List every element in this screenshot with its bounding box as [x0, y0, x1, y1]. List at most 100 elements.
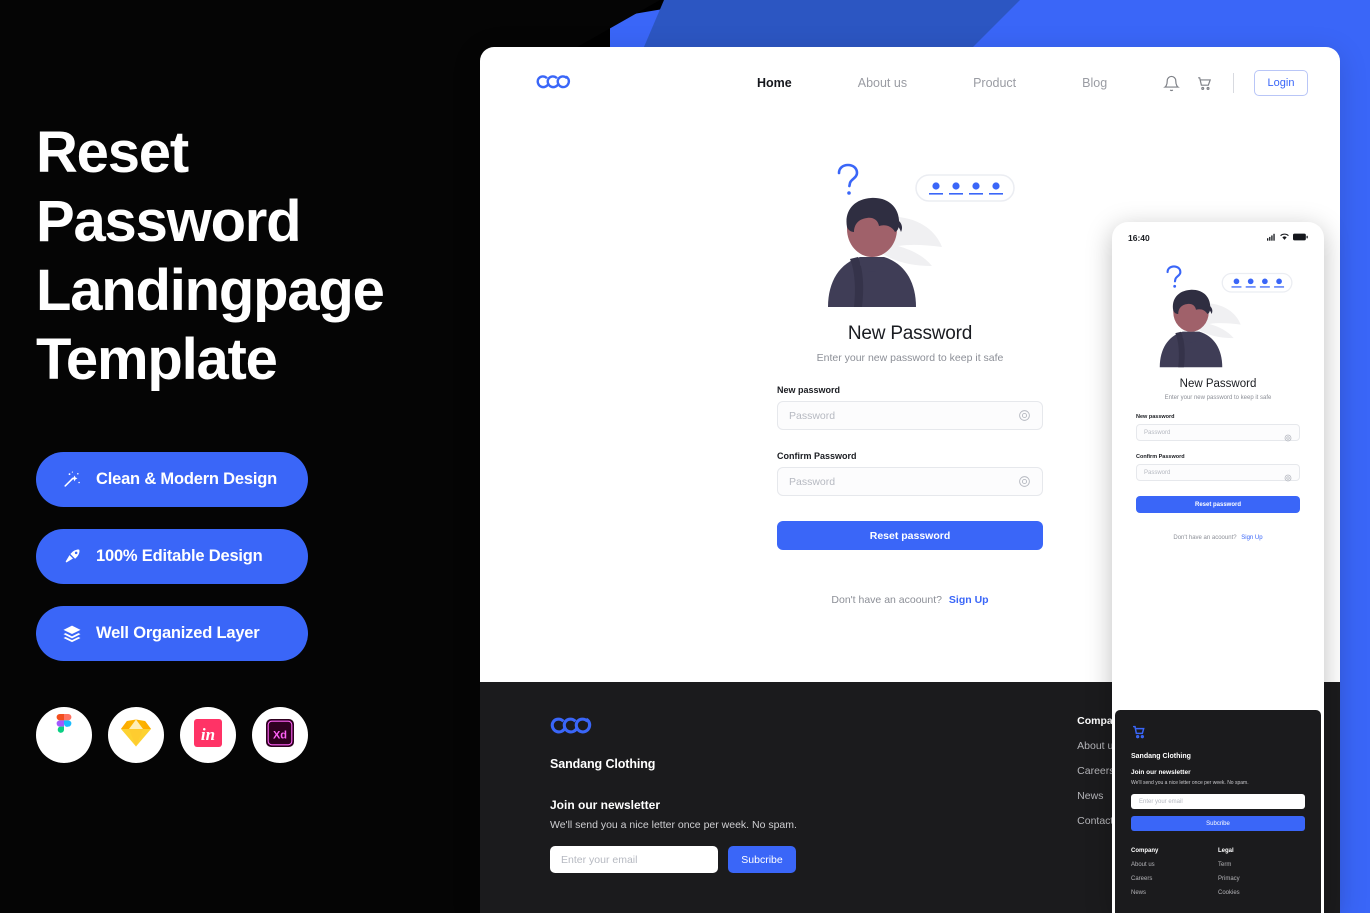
- confirm-password-label: Confirm Password: [777, 451, 857, 461]
- reset-password-form: New Password Enter your new password to …: [777, 323, 1043, 606]
- mobile-footer-columns: Company About us Careers News Legal Term…: [1131, 848, 1305, 896]
- mobile-new-password-placeholder: Password: [1144, 429, 1171, 436]
- new-password-input[interactable]: Password: [777, 401, 1043, 430]
- mobile-footer-legal-column: Legal Term Primacy Cookies: [1218, 848, 1305, 896]
- app-badge-figma[interactable]: [36, 707, 92, 763]
- cart-icon[interactable]: [1196, 75, 1213, 92]
- nav-link-about-us[interactable]: About us: [825, 76, 940, 90]
- mobile-footer-brand: Sandang Clothing: [1131, 753, 1191, 760]
- wifi-icon: [1280, 233, 1289, 243]
- newsletter-description: We'll send you a nice letter once per we…: [550, 819, 797, 831]
- mobile-footer-link-about-us[interactable]: About us: [1131, 862, 1218, 868]
- feature-pill-editable-design[interactable]: 100% Editable Design: [36, 529, 308, 584]
- figma-icon: [51, 713, 77, 757]
- layers-icon: [62, 624, 82, 644]
- pen-nib-icon: [62, 547, 82, 567]
- sign-up-link[interactable]: Sign Up: [949, 594, 989, 606]
- form-heading: New Password: [847, 323, 973, 344]
- desktop-nav-menu: Home About us Product Blog: [724, 76, 1140, 90]
- new-password-placeholder: Password: [789, 409, 836, 422]
- mobile-footer-column-heading: Legal: [1218, 848, 1234, 854]
- title-line-1: Reset: [36, 120, 189, 185]
- toggle-password-visibility-icon[interactable]: [1018, 409, 1031, 422]
- status-indicators: [1267, 233, 1308, 243]
- sandang-logo-icon[interactable]: [536, 73, 574, 93]
- mobile-mockup: 16:40 New Password Enter your new passwo…: [1112, 222, 1324, 913]
- svg-text:Xd: Xd: [273, 729, 287, 741]
- mobile-signup-prompt: Don't have an acoount? Sign Up: [1136, 535, 1300, 541]
- magic-wand-icon: [62, 470, 82, 490]
- mobile-newsletter-email-input[interactable]: Enter your email: [1131, 794, 1305, 809]
- mobile-confirm-password-label: Confirm Password: [1136, 454, 1185, 460]
- battery-icon: [1293, 233, 1308, 243]
- mobile-reset-password-form: New password Password Confirm Password P…: [1136, 414, 1300, 541]
- page-title: Reset Password Landingpage Template: [36, 118, 456, 394]
- mobile-footer-link-cookies[interactable]: Cookies: [1218, 890, 1305, 896]
- left-promo-panel: Reset Password Landingpage Template Clea…: [0, 0, 480, 913]
- sandang-logo-icon: [550, 717, 596, 743]
- desktop-navbar: Home About us Product Blog Login: [480, 47, 1340, 119]
- login-button[interactable]: Login: [1254, 70, 1308, 96]
- svg-text:in: in: [201, 725, 215, 744]
- sketch-icon: [120, 718, 152, 753]
- new-password-label: New password: [777, 385, 841, 395]
- mobile-password-illustration: [1112, 260, 1324, 368]
- mobile-form-heading: New Password: [1179, 378, 1257, 390]
- mobile-reset-password-button[interactable]: Reset password: [1136, 496, 1300, 513]
- mobile-sign-up-link[interactable]: Sign Up: [1241, 535, 1262, 541]
- mobile-new-password-label: New password: [1136, 414, 1175, 420]
- mobile-signup-prompt-text: Don't have an acoount?: [1173, 535, 1237, 541]
- toggle-confirm-visibility-icon[interactable]: [1018, 475, 1031, 488]
- app-badge-list: in Xd: [36, 707, 480, 763]
- subscribe-button[interactable]: Subcribe: [728, 846, 796, 873]
- newsletter-form: Enter your email Subcribe: [550, 846, 797, 873]
- app-badge-sketch[interactable]: [108, 707, 164, 763]
- mobile-footer-link-primacy[interactable]: Primacy: [1218, 876, 1305, 882]
- mobile-confirm-password-placeholder: Password: [1144, 469, 1171, 476]
- nav-divider: [1233, 73, 1234, 93]
- newsletter-heading: Join our newsletter: [550, 798, 661, 812]
- mobile-form-subheading: Enter your new password to keep it safe: [1164, 395, 1272, 401]
- feature-pill-label: Clean & Modern Design: [96, 470, 277, 488]
- mobile-newsletter-heading: Join our newsletter: [1131, 769, 1191, 776]
- mobile-footer-column-heading: Company: [1131, 848, 1159, 854]
- bell-icon[interactable]: [1163, 75, 1180, 92]
- signup-prompt-text: Don't have an acoount?: [831, 594, 942, 606]
- adobexd-icon: Xd: [265, 718, 295, 753]
- feature-pill-clean-modern-design[interactable]: Clean & Modern Design: [36, 452, 308, 507]
- signal-icon: [1267, 233, 1276, 243]
- feature-pill-label: 100% Editable Design: [96, 547, 263, 565]
- app-badge-invision[interactable]: in: [180, 707, 236, 763]
- title-line-3: Landingpage: [36, 258, 385, 323]
- reset-password-button[interactable]: Reset password: [777, 521, 1043, 550]
- mobile-footer-link-term[interactable]: Term: [1218, 862, 1305, 868]
- footer-brand-name: Sandang Clothing: [550, 757, 656, 771]
- signup-prompt: Don't have an acoount? Sign Up: [777, 594, 1043, 606]
- nav-link-blog[interactable]: Blog: [1049, 76, 1140, 90]
- mobile-footer: Sandang Clothing Join our newsletter We'…: [1115, 710, 1321, 913]
- toggle-confirm-visibility-icon[interactable]: [1284, 469, 1292, 481]
- mobile-footer-company-column: Company About us Careers News: [1131, 848, 1218, 896]
- desktop-nav-actions: Login: [1163, 70, 1308, 96]
- mobile-footer-link-news[interactable]: News: [1131, 890, 1218, 896]
- feature-pill-organized-layer[interactable]: Well Organized Layer: [36, 606, 308, 661]
- title-line-2: Password: [36, 189, 302, 254]
- form-subheading: Enter your new password to keep it safe: [816, 352, 1004, 364]
- newsletter-email-input[interactable]: Enter your email: [550, 846, 718, 873]
- mobile-new-password-input[interactable]: Password: [1136, 424, 1300, 441]
- mobile-footer-link-careers[interactable]: Careers: [1131, 876, 1218, 882]
- footer-brand-block: Sandang Clothing Join our newsletter We'…: [550, 715, 797, 913]
- feature-pill-list: Clean & Modern Design 100% Editable Desi…: [36, 452, 480, 661]
- feature-pill-label: Well Organized Layer: [96, 624, 260, 642]
- mobile-subscribe-button[interactable]: Subcribe: [1131, 816, 1305, 831]
- nav-link-home[interactable]: Home: [724, 76, 825, 90]
- mobile-confirm-password-input[interactable]: Password: [1136, 464, 1300, 481]
- status-time: 16:40: [1128, 233, 1150, 243]
- cart-icon: [1131, 725, 1147, 744]
- app-badge-adobexd[interactable]: Xd: [252, 707, 308, 763]
- nav-link-product[interactable]: Product: [940, 76, 1049, 90]
- confirm-password-placeholder: Password: [789, 475, 836, 488]
- confirm-password-input[interactable]: Password: [777, 467, 1043, 496]
- toggle-password-visibility-icon[interactable]: [1284, 429, 1292, 441]
- invision-icon: in: [193, 718, 223, 753]
